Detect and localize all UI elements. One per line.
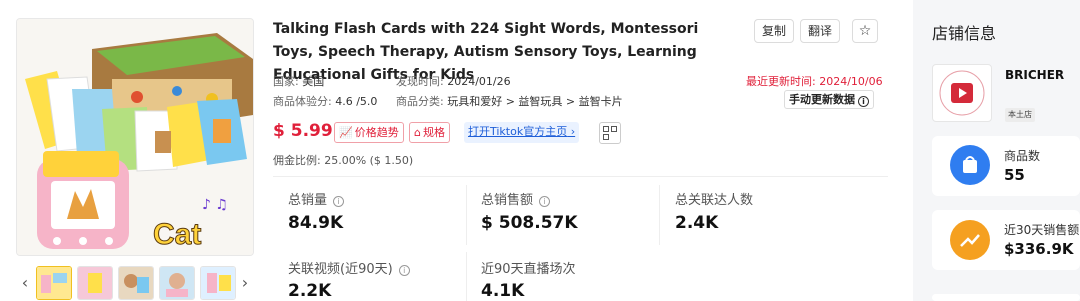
trend-chart-icon: 📈 — [339, 126, 353, 139]
shop-name[interactable]: BRICHER — [1005, 68, 1064, 82]
stat-live-value: 4.1K — [481, 281, 525, 301]
stat-creators-value: 2.4K — [675, 213, 719, 233]
spec-label: 规格 — [422, 126, 445, 139]
divider — [659, 185, 660, 245]
country-meta: 国家: 美国 — [273, 73, 324, 89]
stat-live-label: 近90天直播场次 — [481, 262, 576, 277]
found-time-value: 2024/01/26 — [447, 75, 511, 88]
country-key: 国家: — [273, 75, 299, 88]
stat-videos-label: 关联视频(近90天) i — [288, 258, 410, 277]
shop-panel-title: 店铺信息 — [932, 24, 997, 43]
thumbnail[interactable] — [77, 266, 113, 300]
local-shop-badge: 本土店 — [1005, 108, 1035, 122]
price: $ 5.99 — [273, 121, 333, 141]
translate-button[interactable]: 翻译 — [800, 19, 840, 43]
copy-button[interactable]: 复制 — [754, 19, 794, 43]
svg-text:♪ ♫: ♪ ♫ — [202, 197, 228, 213]
thumbnail[interactable] — [118, 266, 154, 300]
info-icon: i — [858, 96, 869, 107]
shop-logo[interactable] — [932, 64, 992, 122]
thumbnail[interactable] — [159, 266, 195, 300]
thumbnail-strip: ‹ › — [16, 266, 254, 300]
category-meta: 商品分类: 玩具和爱好 > 益智玩具 > 益智卡片 — [396, 93, 623, 109]
rating-key: 商品体验分: — [273, 95, 332, 108]
rating-value: 4.6 /5.0 — [335, 95, 378, 108]
kpi-product-count-label: 商品数 — [1004, 149, 1041, 163]
stat-total-revenue-label: 总销售额 i — [481, 189, 551, 208]
divider — [273, 176, 888, 177]
stat-total-revenue-value: $ 508.57K — [481, 213, 578, 233]
shop-logo-mark — [939, 70, 985, 116]
help-icon[interactable]: i — [539, 196, 551, 207]
updated-time-value: 2024/10/06 — [819, 75, 883, 88]
open-tiktok-label: 打开Tiktok官方主页 — [468, 125, 568, 138]
updated-time-meta: 最近更新时间: 2024/10/06 — [746, 73, 883, 89]
thumb-prev-icon[interactable]: ‹ — [18, 272, 32, 294]
category-key: 商品分类: — [396, 95, 444, 108]
stat-total-sales-label: 总销量 i — [288, 189, 345, 208]
svg-text:Cat: Cat — [153, 218, 201, 251]
spec-button[interactable]: ⌂ 规格 — [409, 122, 450, 143]
kpi-30day-sales-value: $336.9K — [1004, 240, 1074, 258]
tag-icon: ⌂ — [414, 126, 421, 139]
divider — [466, 252, 467, 301]
manual-update-button[interactable]: 手动更新数据 i — [784, 90, 874, 109]
category-path[interactable]: 玩具和爱好 > 益智玩具 > 益智卡片 — [447, 95, 622, 108]
thumb-next-icon[interactable]: › — [238, 272, 252, 294]
country-value: 美国 — [302, 75, 325, 88]
product-main-image[interactable]: Cat ♪ ♫ — [16, 18, 254, 256]
price-trend-button[interactable]: 📈 价格趋势 — [334, 122, 404, 143]
updated-time-key: 最近更新时间: — [746, 75, 816, 88]
bag-icon — [950, 145, 990, 185]
help-icon[interactable]: i — [398, 265, 410, 276]
rating-meta: 商品体验分: 4.6 /5.0 — [273, 93, 377, 109]
commission-rate: 佣金比例: 25.00% ($ 1.50) — [273, 154, 414, 167]
kpi-card-partial — [932, 294, 1080, 301]
manual-update-label: 手动更新数据 — [789, 93, 855, 106]
found-time-meta: 发现时间: 2024/01/26 — [396, 73, 511, 89]
price-trend-label: 价格趋势 — [354, 126, 399, 139]
kpi-30day-sales-label: 近30天销售额 — [1004, 223, 1080, 237]
thumbnail[interactable] — [200, 266, 236, 300]
thumbnail[interactable] — [36, 266, 72, 300]
favorite-star-icon[interactable]: ☆ — [852, 19, 878, 43]
help-icon[interactable]: i — [333, 196, 345, 207]
found-time-key: 发现时间: — [396, 75, 444, 88]
divider — [466, 185, 467, 245]
product-detail-page: Cat ♪ ♫ ‹ › Talking Flash Cards with 224… — [0, 0, 1080, 301]
open-tiktok-link[interactable]: 打开Tiktok官方主页 › — [464, 122, 580, 143]
stat-videos-value: 2.2K — [288, 281, 332, 301]
kpi-product-count-value: 55 — [1004, 166, 1025, 184]
qr-code-icon[interactable] — [599, 122, 621, 144]
trend-up-icon — [950, 220, 990, 260]
stat-creators-label: 总关联达人数 — [675, 193, 754, 208]
product-photo: Cat ♪ ♫ — [17, 19, 253, 255]
stat-total-sales-value: 84.9K — [288, 213, 344, 233]
